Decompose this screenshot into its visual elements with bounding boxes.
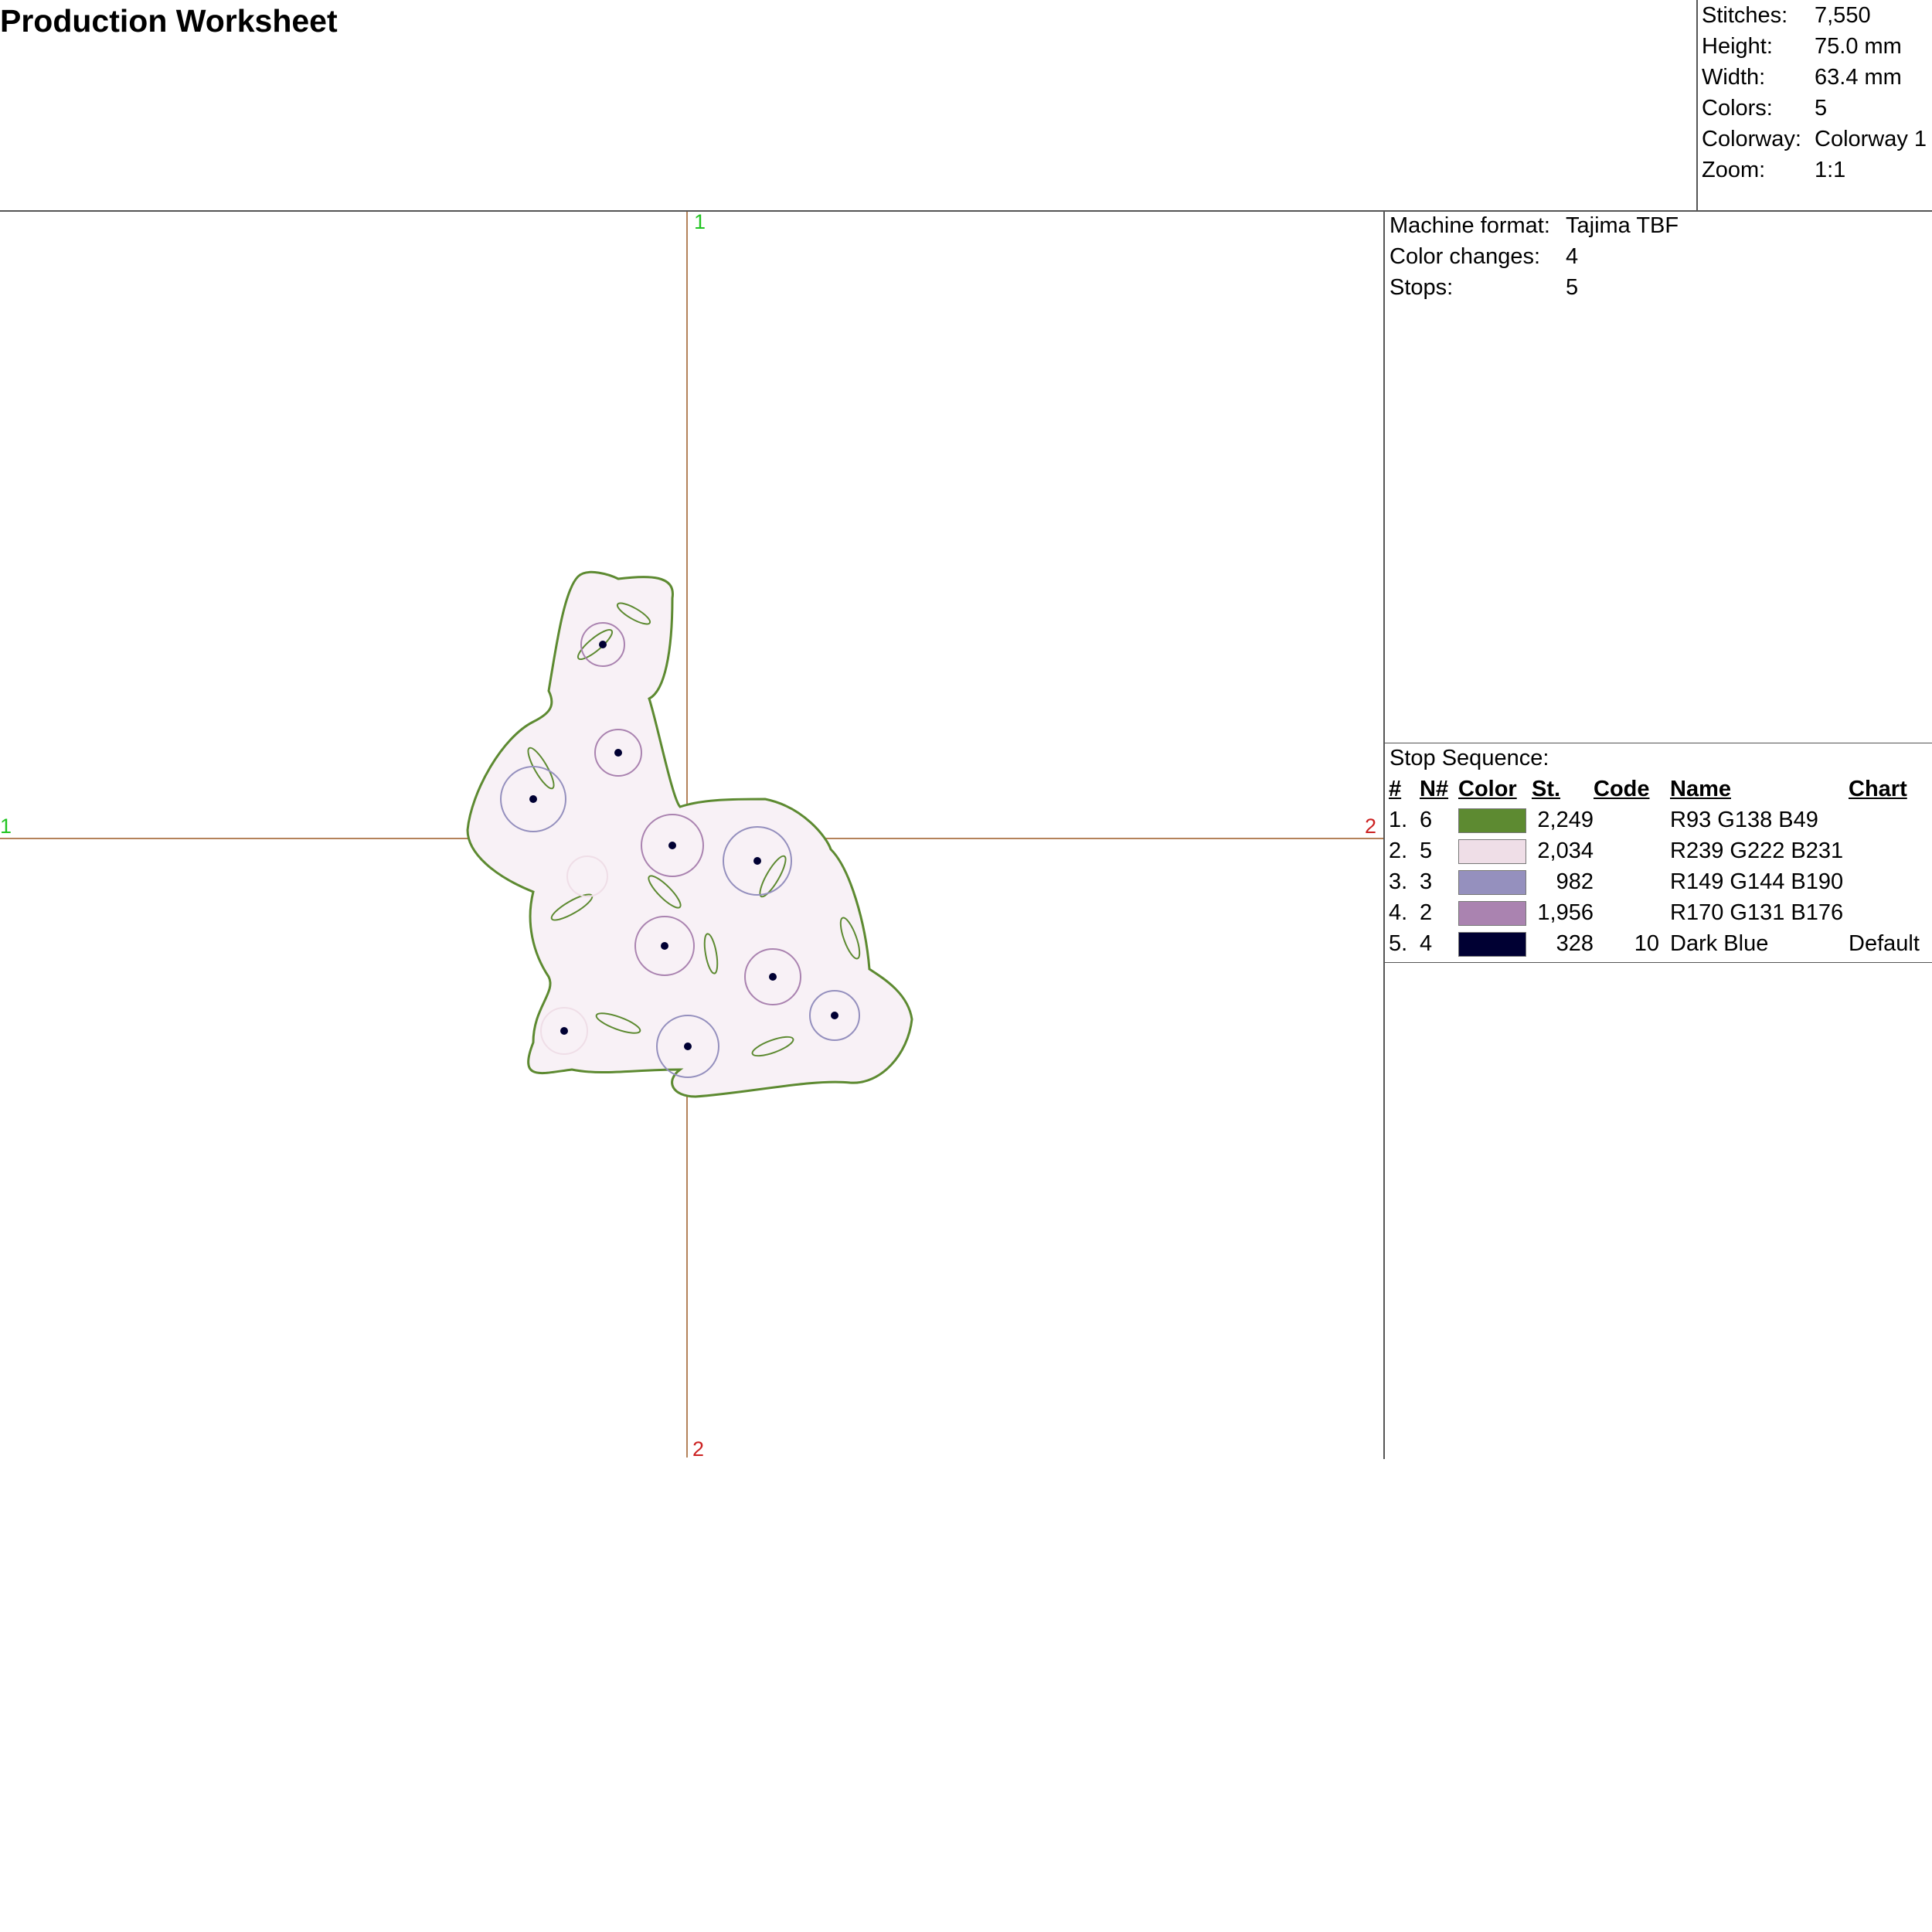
stat-height: Height: 75.0 mm bbox=[1702, 34, 1902, 59]
page-title: Production Worksheet bbox=[0, 3, 338, 39]
stat-colorway: Colorway: Colorway 1 bbox=[1702, 127, 1927, 151]
color-swatch bbox=[1458, 901, 1526, 927]
stat-stitches: Stitches: 7,550 bbox=[1702, 3, 1871, 28]
machine-info: Machine format: Tajima TBF Color changes:… bbox=[1389, 210, 1679, 303]
axis-label-right: 2 bbox=[1365, 815, 1376, 838]
color-swatch bbox=[1458, 932, 1526, 957]
col-chart: Chart bbox=[1849, 777, 1907, 801]
machine-format: Machine format: Tajima TBF bbox=[1389, 213, 1679, 238]
table-row: 3. 3 982 R149 G144 B190 bbox=[1389, 869, 1844, 896]
sequence-bottom-divider bbox=[1384, 962, 1932, 963]
stat-width: Width: 63.4 mm bbox=[1702, 65, 1902, 90]
color-swatch bbox=[1458, 808, 1526, 834]
col-name: Name bbox=[1670, 777, 1731, 801]
bunny-outline bbox=[466, 570, 913, 1098]
stat-zoom: Zoom: 1:1 bbox=[1702, 158, 1846, 182]
color-swatch bbox=[1458, 839, 1526, 865]
table-row: 4. 2 1,956 R170 G131 B176 bbox=[1389, 900, 1844, 927]
col-code: Code bbox=[1594, 777, 1650, 801]
stats-divider bbox=[1696, 0, 1698, 211]
axis-label-top: 1 bbox=[694, 212, 706, 233]
table-row: 5. 4 328 10 Dark Blue Default bbox=[1389, 931, 1920, 957]
stat-colors: Colors: 5 bbox=[1702, 96, 1828, 121]
stops: Stops: 5 bbox=[1389, 275, 1579, 300]
design-canvas: 1 2 1 2 bbox=[0, 212, 1383, 1458]
col-color: Color bbox=[1458, 777, 1517, 801]
col-stitches: St. bbox=[1532, 777, 1561, 801]
col-needle: N# bbox=[1420, 777, 1449, 801]
embroidery-bunny bbox=[466, 570, 913, 1098]
table-row: 1. 6 2,249 R93 G138 B49 bbox=[1389, 808, 1818, 834]
col-index: # bbox=[1389, 777, 1402, 801]
design-stats: Stitches: 7,550 Height: 75.0 mm Width: 63.4… bbox=[1702, 0, 1927, 185]
axis-label-left: 1 bbox=[0, 815, 12, 838]
axis-label-bottom: 2 bbox=[692, 1437, 704, 1458]
color-swatch bbox=[1458, 870, 1526, 896]
panel-divider bbox=[1383, 211, 1385, 1459]
table-row: 2. 5 2,034 R239 G222 B231 bbox=[1389, 838, 1844, 865]
table-header-row: # N# Color St. Code Name Chart bbox=[1389, 774, 1926, 804]
color-changes: Color changes: 4 bbox=[1389, 244, 1579, 269]
stop-sequence-table: # N# Color St. Code Name Chart 1. 6 2,24… bbox=[1389, 774, 1926, 959]
stop-sequence-label: Stop Sequence: bbox=[1389, 746, 1549, 770]
